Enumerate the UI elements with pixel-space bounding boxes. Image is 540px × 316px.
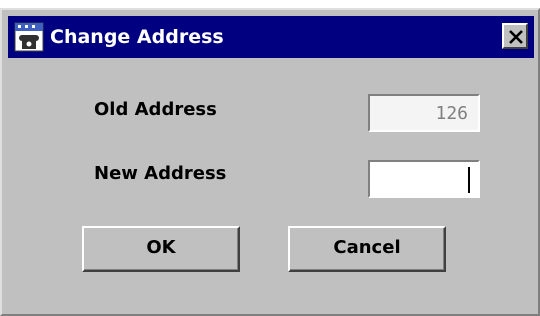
close-button[interactable] (502, 23, 528, 49)
new-address-label: New Address (94, 163, 227, 184)
telephone-calendar-icon (14, 22, 44, 52)
ok-button[interactable]: OK (82, 226, 240, 272)
old-address-field: 126 (368, 94, 480, 132)
window-title: Change Address (50, 26, 224, 48)
close-icon (509, 30, 523, 44)
text-caret (468, 167, 470, 193)
old-address-label: Old Address (94, 99, 217, 120)
new-address-field[interactable] (368, 160, 480, 198)
change-address-dialog: Change Address Old Address 126 New Addre… (0, 8, 540, 316)
title-bar[interactable]: Change Address (8, 16, 534, 58)
cancel-button[interactable]: Cancel (288, 226, 446, 272)
